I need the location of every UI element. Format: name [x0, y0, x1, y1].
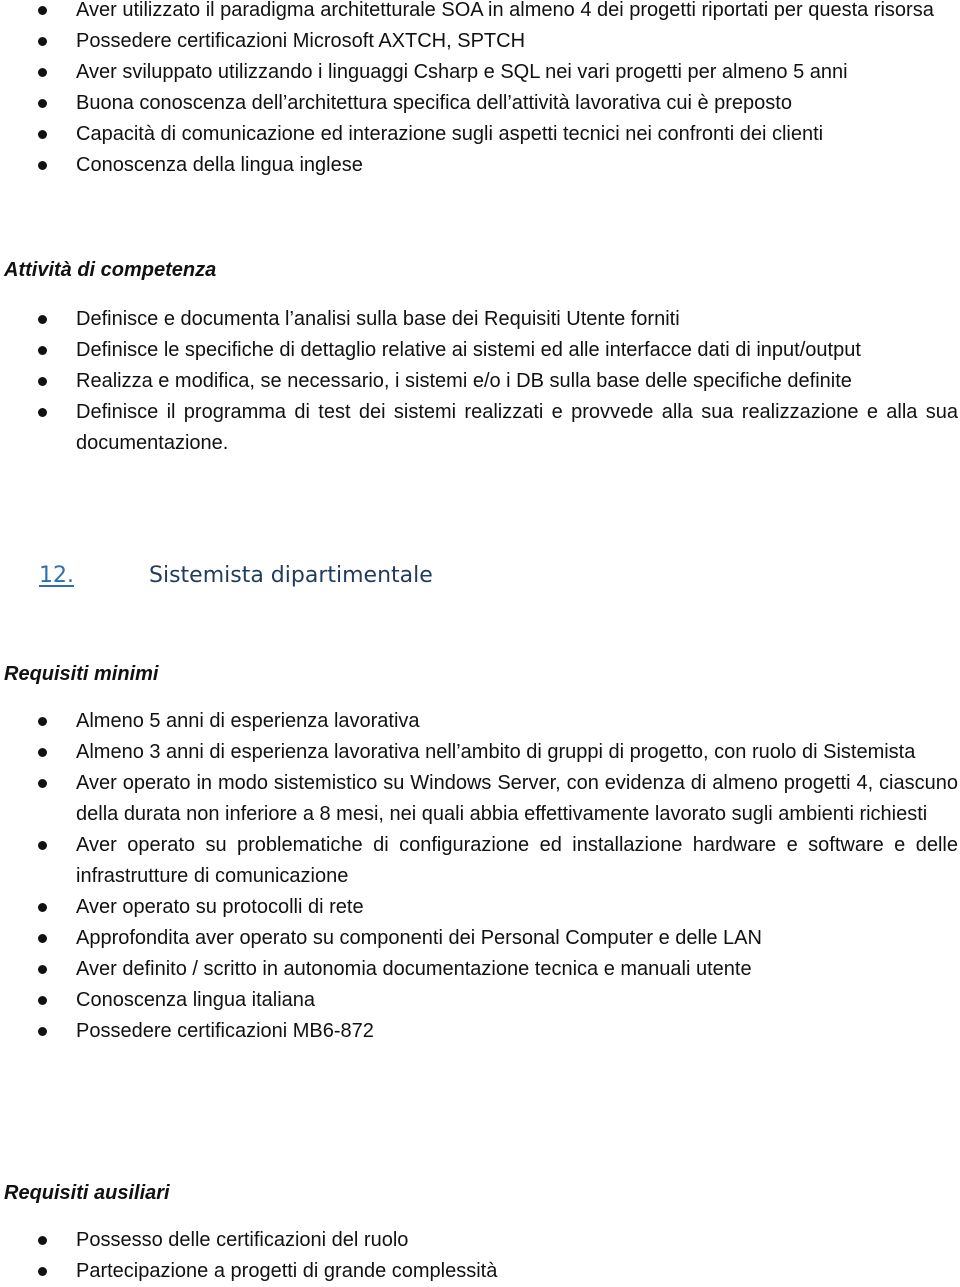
bullet-icon [38, 779, 47, 788]
list-item-text: Definisce le specifiche di dettaglio rel… [76, 339, 861, 361]
list-item: Definisce il programma di test dei siste… [0, 397, 960, 459]
list-item: Approfondita aver operato su componenti … [0, 923, 960, 954]
list-item: Buona conoscenza dell’architettura speci… [0, 88, 960, 119]
bullet-icon [38, 1267, 47, 1276]
bullet-icon [38, 99, 47, 108]
requisiti-ausiliari-list: Possesso delle certificazioni del ruolo … [0, 1225, 960, 1287]
requisiti-minimi-heading: Requisiti minimi [4, 663, 159, 685]
list-item: Definisce e documenta l’analisi sulla ba… [0, 304, 960, 335]
list-item: Aver utilizzato il paradigma architettur… [0, 0, 960, 26]
list-item-text: Definisce il programma di test dei siste… [76, 401, 958, 454]
requisiti-ausiliari-heading: Requisiti ausiliari [4, 1182, 170, 1204]
list-item: Aver definito / scritto in autonomia doc… [0, 954, 960, 985]
bullet-icon [38, 68, 47, 77]
list-item-text: Aver operato in modo sistemistico su Win… [76, 772, 958, 825]
section-number-link[interactable]: 12. [39, 563, 74, 588]
list-item-text: Conoscenza della lingua inglese [76, 154, 363, 176]
list-item: Conoscenza lingua italiana [0, 985, 960, 1016]
bullet-icon [38, 903, 47, 912]
bullet-icon [38, 6, 47, 15]
bullet-icon [38, 161, 47, 170]
bullet-icon [38, 965, 47, 974]
bullet-icon [38, 1236, 47, 1245]
list-item-text: Aver sviluppato utilizzando i linguaggi … [76, 61, 848, 83]
list-item: Realizza e modifica, se necessario, i si… [0, 366, 960, 397]
list-item-text: Aver definito / scritto in autonomia doc… [76, 958, 752, 980]
list-item: Aver operato su problematiche di configu… [0, 830, 960, 892]
list-item: Capacità di comunicazione ed interazione… [0, 119, 960, 150]
list-item: Aver operato su protocolli di rete [0, 892, 960, 923]
section-title: Sistemista dipartimentale [149, 563, 433, 588]
bullet-icon [38, 934, 47, 943]
list-item-text: Aver utilizzato il paradigma architettur… [76, 0, 934, 21]
list-item-text: Aver operato su problematiche di configu… [76, 834, 958, 887]
list-item-text: Aver operato su protocolli di rete [76, 896, 364, 918]
list-item-text: Approfondita aver operato su componenti … [76, 927, 762, 949]
bullet-icon [38, 37, 47, 46]
bullet-icon [38, 130, 47, 139]
section-heading: 12. Sistemista dipartimentale [39, 559, 433, 593]
list-item-text: Conoscenza lingua italiana [76, 989, 316, 1011]
bullet-icon [38, 748, 47, 757]
bullet-icon [38, 408, 47, 417]
list-item: Possesso delle certificazioni del ruolo [0, 1225, 960, 1256]
bullet-icon [38, 1027, 47, 1036]
list-item: Conoscenza della lingua inglese [0, 150, 960, 181]
list-item-text: Capacità di comunicazione ed interazione… [76, 123, 824, 145]
list-item: Partecipazione a progetti di grande comp… [0, 1256, 960, 1287]
list-item-text: Realizza e modifica, se necessario, i si… [76, 370, 852, 392]
list-item-text: Partecipazione a progetti di grande comp… [76, 1260, 498, 1282]
list-item-text: Definisce e documenta l’analisi sulla ba… [76, 308, 680, 330]
list-item-text: Almeno 3 anni di esperienza lavorativa n… [76, 741, 916, 763]
list-item: Almeno 3 anni di esperienza lavorativa n… [0, 737, 960, 768]
list-item: Possedere certificazioni Microsoft AXTCH… [0, 26, 960, 57]
list-item: Aver operato in modo sistemistico su Win… [0, 768, 960, 830]
attivita-heading: Attività di competenza [4, 259, 217, 281]
list-item: Definisce le specifiche di dettaglio rel… [0, 335, 960, 366]
bullet-icon [38, 841, 47, 850]
list-item-text: Almeno 5 anni di esperienza lavorativa [76, 710, 420, 732]
bullet-icon [38, 717, 47, 726]
list-item: Almeno 5 anni di esperienza lavorativa [0, 706, 960, 737]
top-requirements-list: Aver utilizzato il paradigma architettur… [0, 0, 960, 181]
list-item: Possedere certificazioni MB6-872 [0, 1016, 960, 1047]
requisiti-minimi-list: Almeno 5 anni di esperienza lavorativa A… [0, 706, 960, 1047]
list-item-text: Buona conoscenza dell’architettura speci… [76, 92, 792, 114]
bullet-icon [38, 377, 47, 386]
bullet-icon [38, 315, 47, 324]
list-item-text: Possesso delle certificazioni del ruolo [76, 1229, 409, 1251]
bullet-icon [38, 996, 47, 1005]
bullet-icon [38, 346, 47, 355]
list-item-text: Possedere certificazioni MB6-872 [76, 1020, 374, 1042]
list-item-text: Possedere certificazioni Microsoft AXTCH… [76, 30, 526, 52]
attivita-list: Definisce e documenta l’analisi sulla ba… [0, 304, 960, 459]
list-item: Aver sviluppato utilizzando i linguaggi … [0, 57, 960, 88]
